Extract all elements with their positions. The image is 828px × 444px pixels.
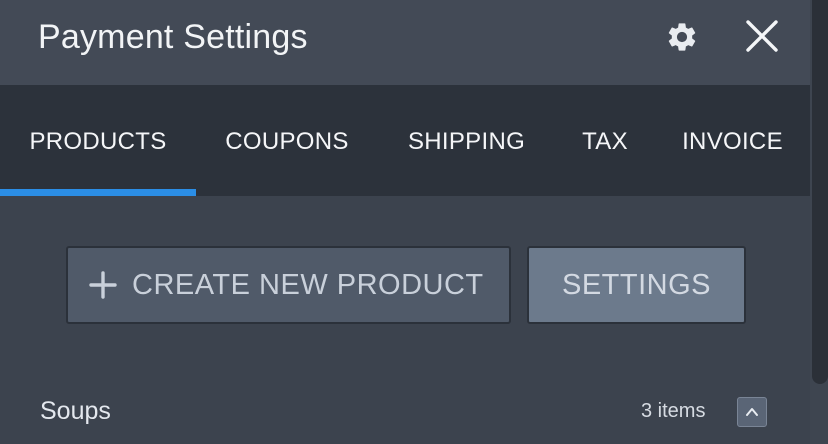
chevron-up-icon — [746, 408, 758, 416]
settings-button-label: SETTINGS — [561, 268, 711, 301]
plus-icon — [89, 271, 117, 299]
settings-button[interactable]: SETTINGS — [527, 246, 746, 324]
close-button[interactable] — [742, 16, 782, 56]
create-new-product-label: CREATE NEW PRODUCT — [132, 268, 484, 301]
panel-header: Payment Settings — [0, 0, 810, 85]
section-collapse-button[interactable] — [737, 397, 767, 427]
tab-products[interactable]: PRODUCTS — [0, 85, 196, 196]
tab-bar: PRODUCTS COUPONS SHIPPING TAX INVOICE — [0, 85, 810, 196]
active-tab-indicator — [0, 189, 196, 196]
section-item-count: 3 items — [641, 400, 706, 422]
gear-icon — [668, 23, 696, 51]
create-new-product-button[interactable]: CREATE NEW PRODUCT — [66, 246, 511, 324]
section-title: Soups — [40, 397, 111, 425]
scrollbar-thumb[interactable] — [812, 0, 828, 384]
tab-shipping[interactable]: SHIPPING — [378, 85, 555, 196]
tab-coupons[interactable]: COUPONS — [196, 85, 378, 196]
tab-invoice[interactable]: INVOICE — [655, 85, 810, 196]
panel-title: Payment Settings — [38, 18, 308, 56]
close-icon — [746, 20, 778, 52]
settings-gear-button[interactable] — [664, 19, 700, 55]
products-content: CREATE NEW PRODUCT SETTINGS Soups 3 item… — [0, 196, 810, 444]
tab-tax[interactable]: TAX — [555, 85, 655, 196]
